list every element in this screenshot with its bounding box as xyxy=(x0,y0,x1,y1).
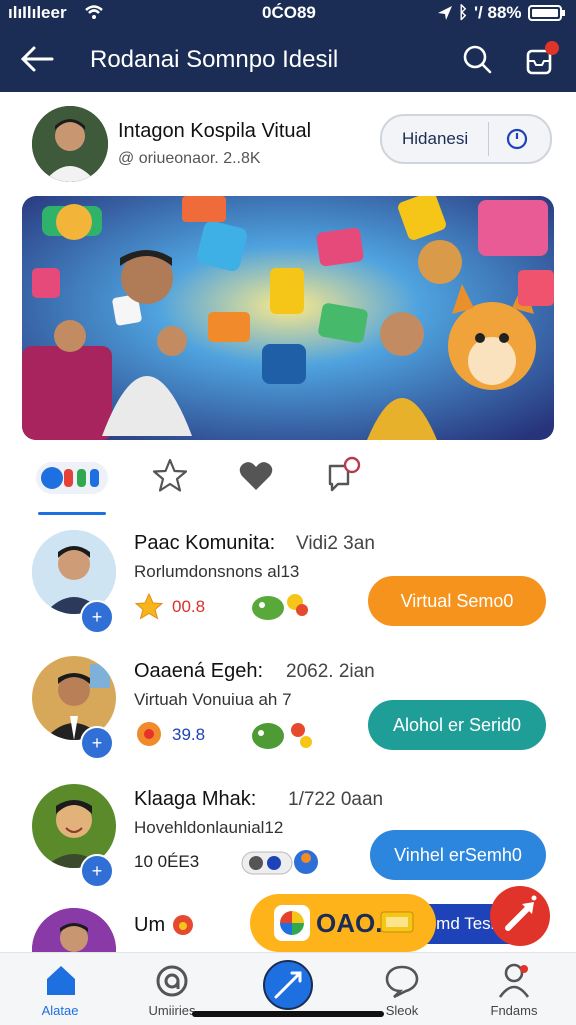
nav-label: Fndams xyxy=(490,1003,538,1018)
pill-label: Hidanesi xyxy=(402,129,469,148)
row-action-button[interactable]: Vinhel erSemh0 xyxy=(370,830,546,880)
photos-app-icon xyxy=(274,905,310,941)
power-icon xyxy=(506,128,528,150)
clock: 0ĆO89 xyxy=(262,3,316,22)
row-name: Um xyxy=(134,914,166,936)
page-title: Rodanai Somnpo Idesil xyxy=(90,46,339,73)
chat-icon xyxy=(385,965,419,999)
character-stickers-icon xyxy=(252,594,308,620)
arrow-left-icon xyxy=(20,46,54,72)
location-icon xyxy=(438,6,452,20)
row-name: Paac Komunita: xyxy=(134,532,276,554)
google-dots-icon xyxy=(36,462,108,494)
row-stat: 00.8 xyxy=(172,597,206,616)
tab-bar: Vacmd Teshsle xyxy=(0,448,576,944)
battery-label: '/ 88% xyxy=(474,3,522,22)
status-bar: ılıIlıleer 0ĆO89 ᛒ '/ 88% xyxy=(0,0,576,26)
at-sign-icon xyxy=(156,965,188,997)
hero-banner-image[interactable] xyxy=(22,196,554,440)
add-friend-badge[interactable]: + xyxy=(80,726,114,760)
inbox-icon xyxy=(526,41,559,75)
star-icon xyxy=(152,458,188,492)
row-action-button[interactable]: Alohol er Serid0 xyxy=(368,700,546,750)
row-stat: 39.8 xyxy=(172,725,206,744)
row-subtitle: Rorlumdonsnons al13 xyxy=(134,562,300,581)
wifi-icon xyxy=(85,5,103,19)
profile-action-pill[interactable]: Hidanesi xyxy=(380,114,552,164)
sticker-pack-icon xyxy=(241,850,318,875)
active-tab-underline xyxy=(38,512,106,515)
character-stickers-icon xyxy=(252,723,312,749)
row-stat: 10 0ÉЕ3 xyxy=(134,852,200,871)
bluetooth-icon: ᛒ xyxy=(458,3,469,22)
heart-icon xyxy=(239,462,273,490)
search-button[interactable] xyxy=(456,38,498,80)
row-meta: 1/722 0aan xyxy=(288,789,384,810)
nav-friends[interactable]: Fndams xyxy=(466,953,562,1025)
user-icon xyxy=(498,963,530,998)
compass-icon xyxy=(263,960,313,1010)
compose-fab[interactable] xyxy=(490,886,550,946)
row-action-button[interactable]: Virtual Semo0 xyxy=(368,576,546,626)
nav-home[interactable]: Alatae xyxy=(12,953,108,1025)
profile-name: Intagon Kospila Vitual xyxy=(118,120,312,142)
add-friend-badge[interactable]: + xyxy=(80,600,114,634)
flame-sticker-icon xyxy=(173,915,193,935)
carrier-label: ılıIlıleer xyxy=(8,3,67,22)
home-icon xyxy=(47,966,75,995)
search-icon xyxy=(463,45,492,74)
back-button[interactable] xyxy=(14,38,60,80)
tab-feed[interactable] xyxy=(34,458,110,515)
home-indicator xyxy=(192,1011,384,1017)
profile-avatar[interactable] xyxy=(32,106,108,182)
row-name: Klaaga Mhak: xyxy=(134,788,257,810)
app-bar: Rodanai Somnpo Idesil xyxy=(0,26,576,92)
add-friend-badge[interactable]: + xyxy=(80,854,114,888)
banner-illustration xyxy=(22,196,554,440)
magic-wand-icon xyxy=(505,895,537,931)
battery-icon xyxy=(528,5,565,21)
profile-handle: @ oriueonaor. 2..8K xyxy=(118,150,261,167)
star-icon xyxy=(134,592,164,620)
person-portrait-icon xyxy=(32,106,108,182)
row-name: Oaaená Egeh: xyxy=(134,660,263,682)
tab-favorites[interactable] xyxy=(150,456,190,501)
tab-messages[interactable] xyxy=(324,454,364,501)
notifications-button[interactable] xyxy=(518,36,564,82)
pill-divider xyxy=(488,122,489,156)
row-subtitle: Virtuah Vonuiua ah 7 xyxy=(134,690,292,709)
row-meta: 2062. 2ian xyxy=(286,661,375,682)
promo-banner-button[interactable]: OAO. xyxy=(250,894,436,952)
nav-label: Alatae xyxy=(41,1003,79,1018)
ticket-icon xyxy=(380,911,414,933)
chat-bubble-icon xyxy=(328,456,361,492)
row-meta: Vidi2 3an xyxy=(296,533,375,554)
tab-likes[interactable] xyxy=(236,456,276,501)
promo-label: OAO. xyxy=(316,908,383,938)
flower-icon xyxy=(137,722,161,746)
row-subtitle: Hovehldonlaunial12 xyxy=(134,818,284,837)
